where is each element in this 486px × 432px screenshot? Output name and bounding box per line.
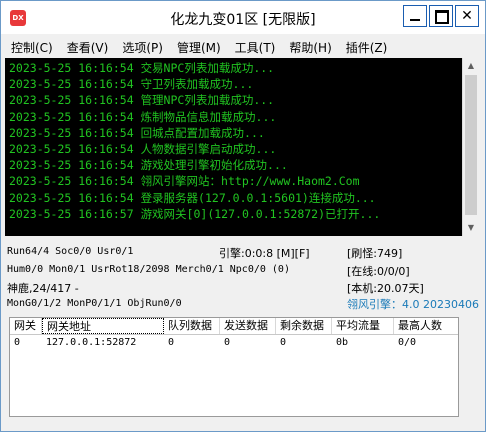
table-cell: 0/0 <box>398 337 417 348</box>
map-info: 神鹿,24/417 - <box>7 282 79 295</box>
log-line: 2023-5-25 16:16:54 游戏处理引擎初始化成功... <box>9 158 288 173</box>
close-button[interactable]: ✕ <box>455 5 479 27</box>
column-header[interactable]: 发送数据 <box>220 318 276 334</box>
menu-options[interactable]: 选项(P) <box>122 35 173 57</box>
column-header[interactable]: 队列数据 <box>164 318 220 334</box>
table-cell: 0 <box>168 337 175 348</box>
log-line: 2023-5-25 16:16:54 人物数据引擎启动成功... <box>9 141 277 156</box>
run-stats: Run64/4 Soc0/0 Usr0/1 <box>7 246 134 257</box>
engine-stats: 引擎:0:0:8 [M][F] <box>219 247 310 260</box>
menu-plugins[interactable]: 插件(Z) <box>346 35 398 57</box>
monster-stats: MonG0/1/2 MonP0/1/1 ObjRun0/0 <box>7 298 182 309</box>
log-line: 2023-5-25 16:16:54 登录服务器(127.0.0.1:5601)… <box>9 190 376 205</box>
menu-tools[interactable]: 工具(T) <box>235 35 286 57</box>
table-cell: 0b <box>336 337 349 348</box>
log-line: 2023-5-25 16:16:54 翎风引擎网站：http://www.Hao… <box>9 174 360 189</box>
log-line: 2023-5-25 16:16:54 交易NPC列表加载成功... <box>9 61 275 75</box>
table-header: 网关 网关地址 队列数据 发送数据 剩余数据 平均流量 最高人数 <box>10 318 458 335</box>
menu-control[interactable]: 控制(C) <box>11 35 63 57</box>
column-header[interactable]: 网关地址 <box>42 318 164 334</box>
online-count: [在线:0/0/0] <box>347 265 410 278</box>
table-cell: 0 <box>224 337 231 348</box>
human-stats: Hum0/0 Mon0/1 UsrRot18/2098 Merch0/1 Npc… <box>7 264 290 275</box>
gateway-table[interactable]: 网关 网关地址 队列数据 发送数据 剩余数据 平均流量 最高人数 0 127.0… <box>9 317 459 417</box>
title-bar[interactable]: DX 化龙九变01区 [无限版] ✕ <box>1 1 485 34</box>
scroll-thumb[interactable] <box>465 75 477 215</box>
menu-view[interactable]: 查看(V) <box>67 35 119 57</box>
table-cell: 0 <box>280 337 287 348</box>
log-scrollbar[interactable]: ▲ ▼ <box>462 58 479 236</box>
column-header[interactable]: 平均流量 <box>332 318 394 334</box>
menu-help[interactable]: 帮助(H) <box>289 35 341 57</box>
log-console[interactable]: 2023-5-25 16:16:54 交易NPC列表加载成功... 2023-5… <box>5 58 462 236</box>
uptime: [本机:20.07天] <box>347 282 424 295</box>
table-cell: 127.0.0.1:52872 <box>46 337 137 348</box>
engine-version: 翎风引擎：4.0 20230406 <box>347 298 479 311</box>
log-line: 2023-5-25 16:16:54 管理NPC列表加载成功... <box>9 93 275 108</box>
log-line: 2023-5-25 16:16:54 炼制物品信息加载成功... <box>9 109 277 124</box>
main-window: DX 化龙九变01区 [无限版] ✕ 控制(C) 查看(V) 选项(P) 管理(… <box>0 0 486 432</box>
table-cell: 0 <box>14 337 21 348</box>
scroll-down-arrow-icon[interactable]: ▼ <box>463 220 479 236</box>
column-header[interactable]: 网关 <box>10 318 42 334</box>
column-header[interactable]: 最高人数 <box>394 318 456 334</box>
scroll-up-arrow-icon[interactable]: ▲ <box>463 58 479 74</box>
log-line: 2023-5-25 16:16:54 守卫列表加载成功... <box>9 77 254 92</box>
table-side-panel <box>459 317 479 417</box>
column-header[interactable]: 剩余数据 <box>276 318 332 334</box>
log-line: 2023-5-25 16:16:57 游戏网关[0](127.0.0.1:528… <box>9 206 381 221</box>
menu-manage[interactable]: 管理(M) <box>177 35 231 57</box>
table-row[interactable]: 0 127.0.0.1:52872 0 0 0 0b 0/0 <box>10 335 458 351</box>
log-line: 2023-5-25 16:16:54 回城点配置加载成功... <box>9 125 265 140</box>
menu-bar: 控制(C) 查看(V) 选项(P) 管理(M) 工具(T) 帮助(H) 插件(Z… <box>1 35 485 57</box>
monster-refresh-count: [刷怪:749] <box>347 247 403 260</box>
maximize-button[interactable] <box>429 5 453 27</box>
minimize-button[interactable] <box>403 5 427 27</box>
